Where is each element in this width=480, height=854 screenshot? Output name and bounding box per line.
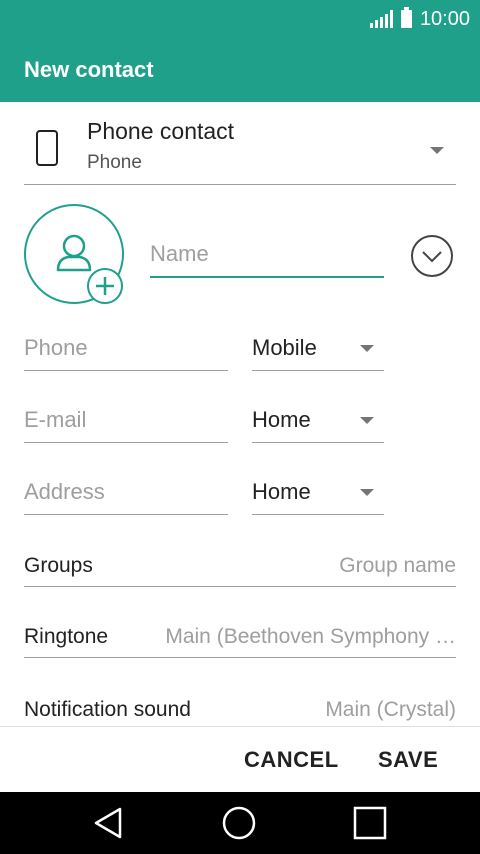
groups-value: Group name <box>339 554 456 577</box>
nav-recents-icon[interactable] <box>352 805 388 841</box>
action-bar: CANCEL SAVE <box>0 726 480 793</box>
cancel-button[interactable]: CANCEL <box>244 747 339 773</box>
account-selector[interactable]: Phone contact Phone <box>24 112 456 185</box>
phone-device-icon <box>36 130 58 166</box>
phone-type-select[interactable]: Mobile <box>252 326 384 371</box>
dropdown-arrow-icon <box>430 147 444 154</box>
account-subtitle: Phone <box>87 152 142 173</box>
groups-label: Groups <box>24 554 93 577</box>
status-time: 10:00 <box>419 7 470 30</box>
email-type-select[interactable]: Home <box>252 398 384 443</box>
add-icon <box>96 277 114 295</box>
status-bar: 10:00 <box>0 0 480 38</box>
nav-home-icon[interactable] <box>221 805 257 841</box>
dropdown-arrow-icon <box>360 345 374 352</box>
email-type-label: Home <box>252 407 311 432</box>
account-title: Phone contact <box>87 118 235 144</box>
groups-row[interactable]: Groups Group name <box>24 546 456 587</box>
navigation-bar <box>0 792 480 854</box>
save-button[interactable]: SAVE <box>378 747 438 773</box>
dropdown-arrow-icon <box>360 489 374 496</box>
notification-sound-value: Main (Crystal) <box>325 698 456 721</box>
app-bar: New contact <box>0 38 480 102</box>
email-input[interactable]: E-mail <box>24 398 228 443</box>
dropdown-arrow-icon <box>360 417 374 424</box>
ringtone-row[interactable]: Ringtone Main (Beethoven Symphony … <box>24 617 456 658</box>
address-type-label: Home <box>252 479 311 504</box>
address-input[interactable]: Address <box>24 470 228 515</box>
battery-icon <box>400 7 412 28</box>
expand-icon <box>422 251 442 263</box>
name-input[interactable]: Name <box>150 232 384 278</box>
notification-sound-row[interactable]: Notification sound Main (Crystal) <box>24 690 456 731</box>
expand-name-button[interactable] <box>411 235 453 277</box>
notification-sound-label: Notification sound <box>24 698 191 721</box>
ringtone-label: Ringtone <box>24 625 109 648</box>
signal-icon <box>369 10 393 28</box>
ringtone-value: Main (Beethoven Symphony … <box>165 625 456 648</box>
address-type-select[interactable]: Home <box>252 470 384 515</box>
nav-back-icon[interactable] <box>90 805 126 841</box>
add-photo-button[interactable] <box>87 268 123 304</box>
phone-type-label: Mobile <box>252 335 317 360</box>
page-title: New contact <box>24 57 154 82</box>
phone-input[interactable]: Phone <box>24 326 228 371</box>
